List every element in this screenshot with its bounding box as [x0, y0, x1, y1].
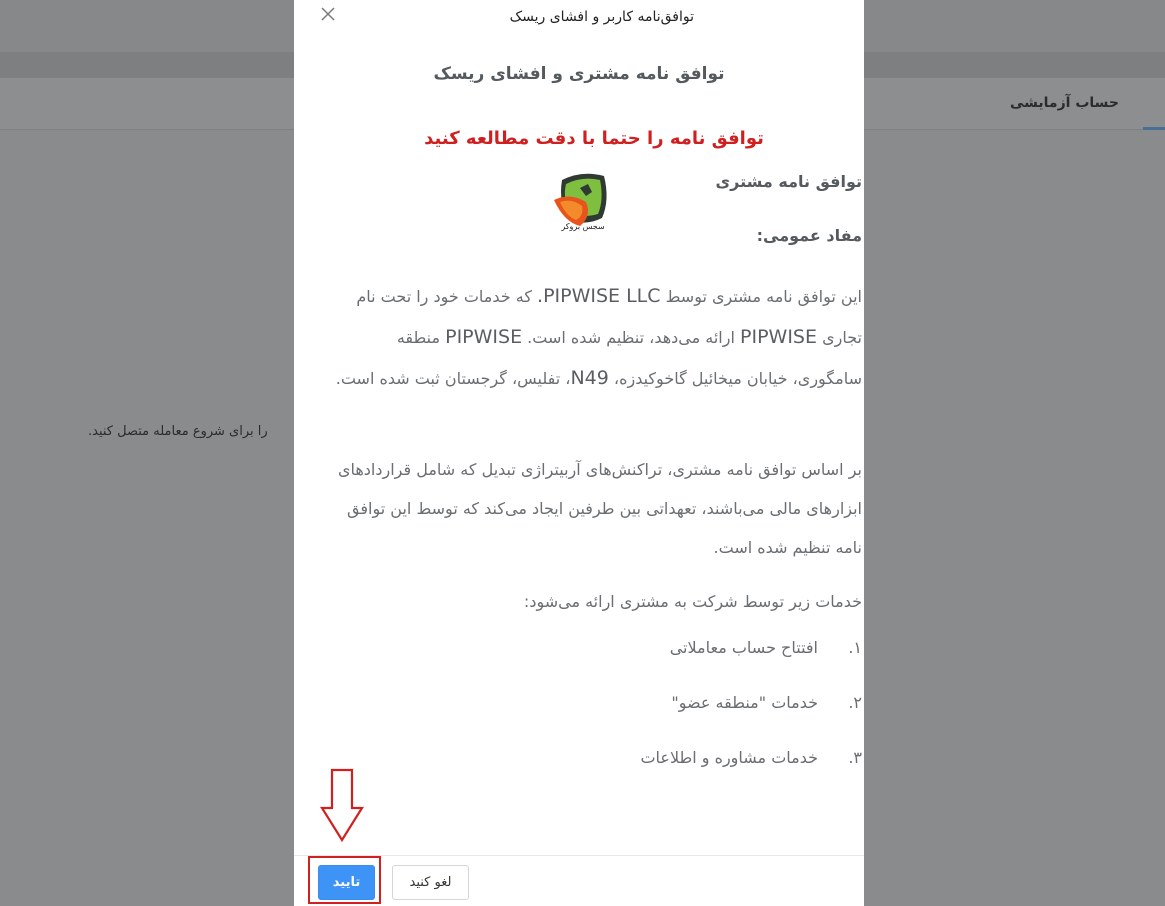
list-item-text: خدمات "منطقه عضو" [671, 693, 818, 712]
list-item: ۳. خدمات مشاوره و اطلاعات [294, 738, 864, 793]
agreement-modal: توافق‌نامه کاربر و افشای ریسک توافق نامه… [294, 0, 864, 906]
list-item-number: ۱. [848, 638, 862, 657]
tab-demo-account[interactable]: حساب آزمایشی [1010, 95, 1119, 111]
section-general-terms: مفاد عمومی: [756, 226, 862, 245]
list-item-text: خدمات مشاوره و اطلاعات [640, 748, 818, 767]
paragraph-arbitrage: بر اساس توافق نامه مشتری، تراکنش‌های آرب… [337, 460, 862, 557]
brand-name: PIPWISE [445, 326, 523, 348]
list-item-number: ۳. [848, 748, 862, 767]
paragraph-services-intro: خدمات زیر توسط شرکت به مشتری ارائه می‌شو… [523, 592, 862, 611]
brand-name: PIPWISE [740, 326, 817, 348]
street-number: N49 [570, 367, 609, 389]
paragraph-company-info: این توافق نامه مشتری توسط PIPWISE LLC. ک… [332, 276, 862, 399]
modal-title: توافق‌نامه کاربر و افشای ریسک [509, 9, 694, 25]
list-item-text: افتتاح حساب معاملاتی [669, 638, 818, 657]
list-item: ۲. خدمات "منطقه عضو" [294, 683, 864, 738]
document-title: توافق نامه مشتری و افشای ریسک [433, 64, 725, 84]
confirm-highlight-box [308, 856, 381, 904]
list-item: ۱. افتتاح حساب معاملاتی [294, 628, 864, 683]
connect-prompt: را برای شروع معامله متصل کنید. [88, 424, 268, 439]
close-icon[interactable] [318, 4, 338, 24]
p1-text: این توافق نامه مشتری توسط [660, 287, 862, 306]
p1-text: ، تفلیس، گرجستان ثبت شده است. [335, 369, 571, 388]
p1-text: ارائه می‌دهد، تنظیم شده است. [522, 328, 741, 347]
tab-active-indicator [1143, 127, 1165, 130]
company-name: PIPWISE LLC. [537, 285, 661, 307]
down-arrow-icon [320, 768, 364, 842]
read-carefully-warning: توافق نامه را حتما با دقت مطالعه کنید [424, 128, 764, 149]
cancel-button[interactable]: لغو کنید [392, 865, 469, 900]
services-list: ۱. افتتاح حساب معاملاتی ۲. خدمات "منطقه … [294, 628, 864, 793]
list-item-number: ۲. [848, 693, 862, 712]
modal-header: توافق‌نامه کاربر و افشای ریسک [294, 0, 864, 36]
modal-body[interactable]: توافق نامه مشتری و افشای ریسک توافق نامه… [294, 36, 864, 854]
section-customer-agreement: توافق نامه مشتری [715, 172, 862, 191]
